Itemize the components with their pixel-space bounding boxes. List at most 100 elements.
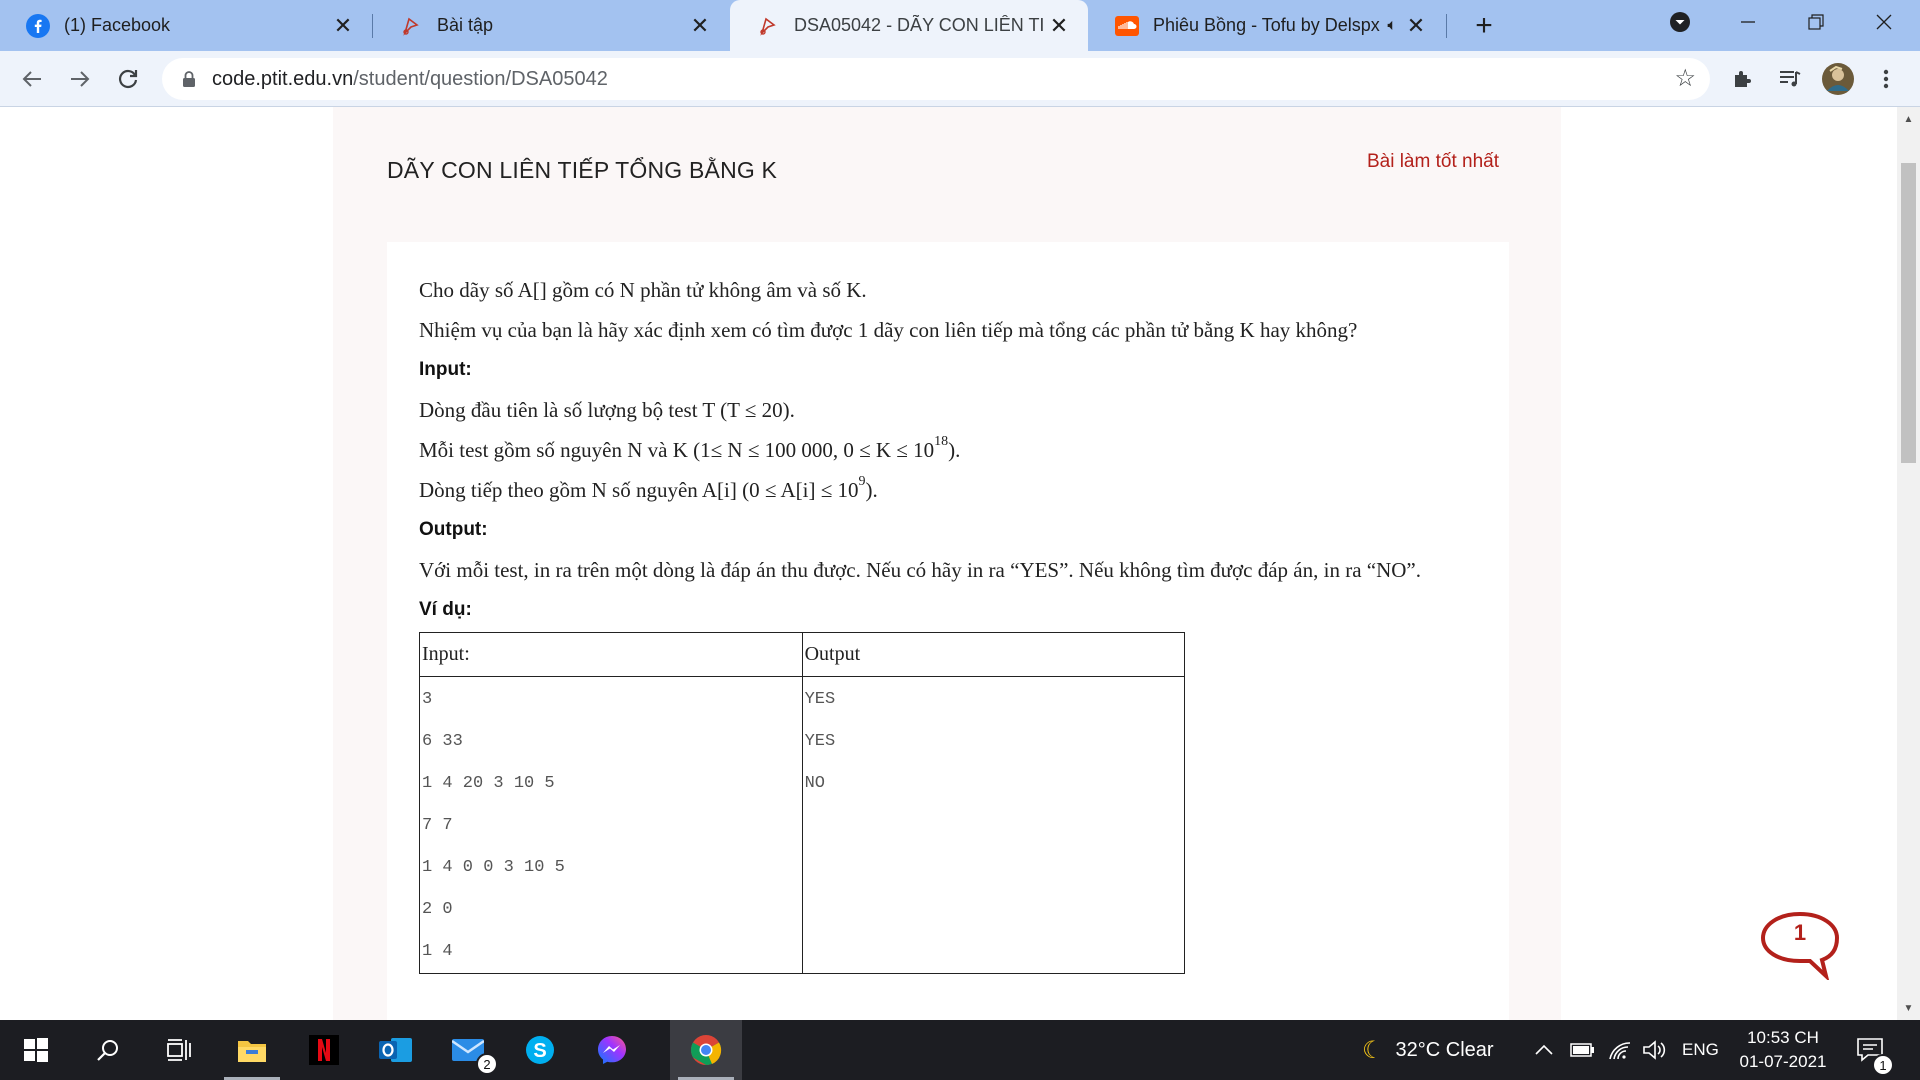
- clock-date: 01-07-2021: [1739, 1052, 1827, 1071]
- tab-title: DSA05042 - DÃY CON LIÊN TIẾP: [794, 15, 1044, 35]
- outlook-icon[interactable]: [360, 1020, 432, 1080]
- page-title: DÃY CON LIÊN TIẾP TỔNG BẰNG K: [387, 157, 778, 183]
- messenger-icon[interactable]: [576, 1020, 648, 1080]
- example-input-line: 1 4 0 0 3 10 5: [422, 858, 565, 877]
- tab-facebook[interactable]: (1) Facebook ✕: [0, 0, 372, 51]
- weather-text: 32°C Clear: [1395, 1038, 1494, 1061]
- example-body-row: 3 6 33 1 4 20 3 10 5 7 7 1 4 0 0 3 10 5 …: [419, 676, 1186, 974]
- windows-start-icon[interactable]: [0, 1020, 72, 1080]
- avatar[interactable]: [1820, 61, 1856, 97]
- output-heading: Output:: [419, 519, 488, 540]
- tab-bai-tap[interactable]: Bài tập ✕: [373, 0, 729, 51]
- scroll-thumb[interactable]: [1901, 163, 1916, 463]
- chat-bubble-button[interactable]: 1: [1758, 910, 1842, 983]
- bookmark-star-icon[interactable]: ☆: [1674, 64, 1696, 93]
- close-tab-icon[interactable]: ✕: [328, 11, 358, 41]
- tab-soundcloud[interactable]: Phiêu Bồng - Tofu by Delspx 🔈︎ ✕: [1089, 0, 1445, 51]
- input-line: Dòng đầu tiên là số lượng bộ test T (T ≤…: [419, 398, 795, 422]
- clock[interactable]: 10:53 CH 01-07-2021: [1718, 1026, 1848, 1074]
- forward-icon[interactable]: [62, 61, 98, 97]
- example-input-line: 1 4: [422, 942, 453, 961]
- minimize-icon[interactable]: [1714, 0, 1782, 44]
- output-line: Với mỗi test, in ra trên một dòng là đáp…: [419, 558, 1421, 582]
- speaker-icon[interactable]: 🔈︎: [1387, 17, 1397, 35]
- file-explorer-icon[interactable]: [216, 1020, 288, 1080]
- tab-dsa05042[interactable]: DSA05042 - DÃY CON LIÊN TIẾP ✕: [730, 0, 1088, 51]
- problem-statement: Cho dãy số A[] gồm có N phần tử không âm…: [387, 242, 1509, 1020]
- soundcloud-icon: [1115, 14, 1139, 38]
- ptit-icon: [399, 14, 423, 38]
- svg-text:S: S: [533, 1040, 546, 1062]
- input-line: Dòng tiếp theo gồm N số nguyên A[i] (0 ≤…: [419, 470, 1479, 510]
- menu-kebab-icon[interactable]: [1868, 61, 1904, 97]
- reload-icon[interactable]: [110, 61, 146, 97]
- tab-title: Phiêu Bồng - Tofu by Delspx: [1153, 15, 1380, 35]
- moon-icon: ☾: [1362, 1036, 1384, 1064]
- chrome-icon[interactable]: [670, 1020, 742, 1080]
- tab-title: (1) Facebook: [64, 15, 171, 35]
- input-line-text: Mỗi test gồm số nguyên N và K (1≤ N ≤ 10…: [419, 438, 935, 462]
- address-bar[interactable]: code.ptit.edu.vn/student/question/DSA050…: [162, 58, 1710, 100]
- example-heading: Ví dụ:: [419, 599, 472, 620]
- example-input-header: Input:: [419, 632, 803, 677]
- browser-toolbar: code.ptit.edu.vn/student/question/DSA050…: [0, 51, 1920, 107]
- tab-strip: (1) Facebook ✕ Bài tập ✕ DSA05042 - DÃY …: [0, 0, 1920, 51]
- url-text: code.ptit.edu.vn/student/question/DSA050…: [212, 68, 608, 91]
- new-tab-icon[interactable]: +: [1466, 8, 1502, 44]
- page-viewport: DÃY CON LIÊN TIẾP TỔNG BẰNG K Bài làm tố…: [0, 107, 1897, 1020]
- close-window-icon[interactable]: [1850, 0, 1918, 44]
- action-center-icon[interactable]: 1: [1856, 1020, 1894, 1080]
- url-host: code.ptit.edu.vn: [212, 67, 354, 90]
- statement-line: Nhiệm vụ của bạn là hãy xác định xem có …: [419, 318, 1358, 342]
- input-line-text: ).: [865, 478, 878, 502]
- example-output-cell: YES YES NO: [801, 676, 1186, 974]
- page-scrollbar[interactable]: ▲ ▼: [1897, 107, 1920, 1020]
- media-control-icon[interactable]: [1772, 61, 1808, 97]
- task-view-icon[interactable]: [144, 1020, 216, 1080]
- weather-widget[interactable]: ☾ 32°C Clear: [1362, 1020, 1494, 1080]
- notification-badge: 1: [1872, 1054, 1894, 1076]
- example-input-line: 2 0: [422, 900, 453, 919]
- chat-bubble-count: 1: [1793, 920, 1807, 945]
- example-input-line: 6 33: [422, 732, 463, 751]
- lock-icon[interactable]: [182, 71, 196, 87]
- restore-icon[interactable]: [1782, 0, 1850, 44]
- tab-divider: [1446, 14, 1447, 38]
- statement-content: Cho dãy số A[] gồm có N phần tử không âm…: [419, 270, 1479, 974]
- windows-taskbar: 2 S ☾ 32°C Clear ENG 10:53 CH 01-07-2021…: [0, 1020, 1920, 1080]
- input-line-text: Dòng tiếp theo gồm N số nguyên A[i] (0 ≤…: [419, 478, 859, 502]
- back-icon[interactable]: [14, 61, 50, 97]
- input-line: Mỗi test gồm số nguyên N và K (1≤ N ≤ 10…: [419, 430, 1479, 470]
- input-heading: Input:: [419, 359, 472, 380]
- url-path: /student/question/DSA05042: [353, 67, 608, 90]
- example-output-header: Output: [801, 632, 1186, 677]
- input-language[interactable]: ENG: [1682, 1020, 1719, 1080]
- close-tab-icon[interactable]: ✕: [685, 11, 715, 41]
- scroll-up-icon[interactable]: ▲: [1897, 109, 1920, 129]
- ptit-icon: [756, 14, 780, 38]
- skype-icon[interactable]: S: [504, 1020, 576, 1080]
- example-output-line: YES: [804, 732, 836, 751]
- example-input-line: 3: [422, 690, 433, 709]
- clock-time: 10:53 CH: [1747, 1028, 1819, 1047]
- example-output-line: NO: [804, 774, 825, 793]
- best-submission-link[interactable]: Bài làm tốt nhất: [1367, 151, 1499, 173]
- wifi-icon[interactable]: [1608, 1020, 1632, 1080]
- tab-search-icon[interactable]: [1646, 0, 1714, 44]
- problem-page: DÃY CON LIÊN TIẾP TỔNG BẰNG K Bài làm tố…: [333, 107, 1561, 1020]
- mail-icon[interactable]: 2: [432, 1020, 504, 1080]
- example-output-line: YES: [804, 690, 836, 709]
- show-hidden-icons[interactable]: [1534, 1020, 1554, 1080]
- close-tab-icon[interactable]: ✕: [1401, 11, 1431, 41]
- tab-title: Bài tập: [437, 15, 494, 35]
- example-input-line: 1 4 20 3 10 5: [422, 774, 555, 793]
- search-icon[interactable]: [72, 1020, 144, 1080]
- close-tab-icon[interactable]: ✕: [1044, 11, 1074, 41]
- battery-icon[interactable]: [1570, 1020, 1596, 1080]
- exponent: 18: [934, 434, 949, 449]
- example-header-row: Input: Output: [419, 632, 1186, 677]
- extensions-icon[interactable]: [1724, 61, 1760, 97]
- volume-icon[interactable]: [1642, 1020, 1666, 1080]
- netflix-icon[interactable]: [288, 1020, 360, 1080]
- scroll-down-icon[interactable]: ▼: [1897, 998, 1920, 1018]
